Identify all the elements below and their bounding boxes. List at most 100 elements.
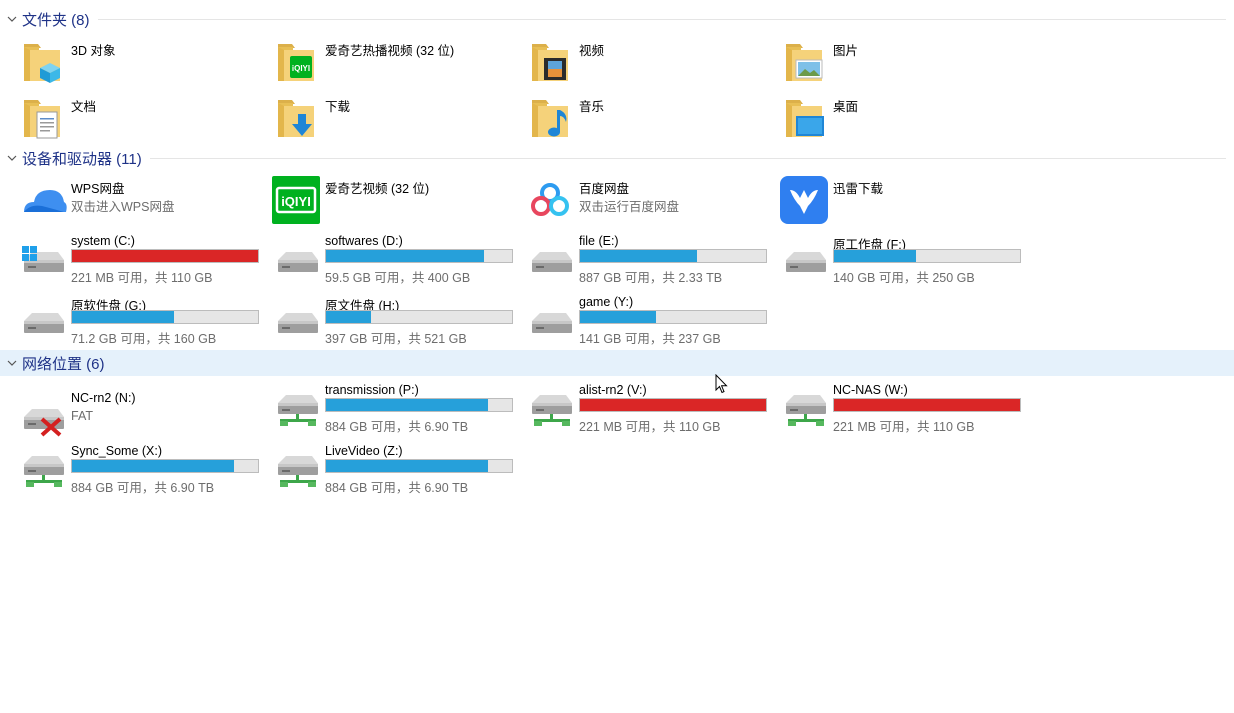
drive-usage-bar	[71, 459, 259, 473]
drive-item-d[interactable]: softwares (D:) 59.5 GB 可用，共 400 GB	[274, 232, 514, 288]
drive-space-text: 887 GB 可用，共 2.33 TB	[579, 271, 723, 285]
folder-item-pictures[interactable]: 图片	[782, 38, 1022, 94]
drive-space-text: 884 GB 可用，共 6.90 TB	[325, 420, 469, 434]
app-item-iqiyi[interactable]: iQIYI 爱奇艺视频 (32 位)	[272, 176, 512, 232]
drive-usage-bar	[71, 249, 259, 263]
network-item-x[interactable]: Sync_Some (X:) 884 GB 可用，共 6.90 TB	[20, 442, 260, 498]
drive-icon	[20, 293, 68, 341]
network-drive-disconnected-icon	[20, 389, 68, 437]
chevron-down-icon[interactable]	[7, 14, 17, 24]
folder-item-documents[interactable]: 文档	[20, 94, 260, 150]
network-drive-icon	[20, 442, 68, 490]
drive-name: system (C:)	[71, 234, 135, 248]
drive-usage-fill	[72, 311, 175, 323]
drive-usage-fill	[326, 460, 488, 472]
network-drive-icon	[782, 381, 830, 429]
app-item-baidu-netdisk[interactable]: 百度网盘 双击运行百度网盘	[526, 176, 766, 232]
folder-name: 文档	[71, 100, 97, 114]
chevron-down-icon[interactable]	[7, 153, 17, 163]
group-divider	[149, 157, 1226, 159]
drive-usage-fill	[580, 399, 766, 411]
folder-item-iqiyi[interactable]: iQIYI 爱奇艺热播视频 (32 位)	[274, 38, 514, 94]
app-name: 迅雷下载	[833, 182, 884, 196]
network-item-w[interactable]: NC-NAS (W:) 221 MB 可用，共 110 GB	[782, 381, 1022, 437]
folder-name: 视频	[579, 44, 605, 58]
network-drive-name: alist-rn2 (V:)	[579, 383, 647, 397]
iqiyi-icon: iQIYI	[272, 176, 320, 224]
network-item-z[interactable]: LiveVideo (Z:) 884 GB 可用，共 6.90 TB	[274, 442, 514, 498]
drive-usage-fill	[326, 250, 485, 262]
drive-usage-bar	[833, 398, 1021, 412]
drive-usage-fill	[580, 311, 657, 323]
drive-item-y[interactable]: game (Y:) 141 GB 可用，共 237 GB	[528, 293, 768, 349]
desktop-folder-icon	[782, 94, 824, 142]
group-header-folders[interactable]: 文件夹 (8)	[0, 6, 1234, 32]
drive-item-e[interactable]: file (E:) 887 GB 可用，共 2.33 TB	[528, 232, 768, 288]
app-item-wps-cloud[interactable]: WPS网盘 双击进入WPS网盘	[20, 176, 260, 232]
drive-usage-fill	[834, 399, 1020, 411]
svg-text:iQIYI: iQIYI	[292, 64, 310, 73]
group-header-network[interactable]: 网络位置 (6)	[0, 350, 1234, 376]
drive-usage-bar	[71, 310, 259, 324]
group-header-devices[interactable]: 设备和驱动器 (11)	[0, 145, 1234, 171]
drive-usage-bar	[325, 459, 513, 473]
folder-item-3d-objects[interactable]: 3D 对象	[20, 38, 260, 94]
network-item-p[interactable]: transmission (P:) 884 GB 可用，共 6.90 TB	[274, 381, 514, 437]
group-title: 网络位置 (6)	[22, 355, 105, 373]
folder-item-desktop[interactable]: 桌面	[782, 94, 1022, 150]
app-description: 双击进入WPS网盘	[71, 200, 175, 214]
network-item-v[interactable]: alist-rn2 (V:) 221 MB 可用，共 110 GB	[528, 381, 768, 437]
drive-item-h[interactable]: 原文件盘 (H:) 397 GB 可用，共 521 GB	[274, 293, 514, 349]
drive-usage-bar	[579, 310, 767, 324]
network-item-n[interactable]: NC-rn2 (N:) FAT	[20, 389, 260, 445]
app-name: 百度网盘	[579, 182, 630, 196]
drive-space-text: 884 GB 可用，共 6.90 TB	[71, 481, 215, 495]
wps-cloud-icon	[24, 190, 67, 212]
folder-name: 下载	[325, 100, 351, 114]
drive-name: file (E:)	[579, 234, 619, 248]
chevron-down-icon[interactable]	[7, 358, 17, 368]
network-drive-name: LiveVideo (Z:)	[325, 444, 403, 458]
music-folder-icon	[528, 94, 576, 142]
drive-item-g[interactable]: 原软件盘 (G:) 71.2 GB 可用，共 160 GB	[20, 293, 260, 349]
baidu-netdisk-icon	[526, 176, 574, 224]
videos-folder-icon	[528, 38, 576, 86]
drive-usage-fill	[580, 250, 698, 262]
folder-item-music[interactable]: 音乐	[528, 94, 768, 150]
drive-usage-bar	[325, 249, 513, 263]
svg-text:iQIYI: iQIYI	[281, 194, 311, 209]
drive-item-c[interactable]: system (C:) 221 MB 可用，共 110 GB	[20, 232, 260, 288]
drive-space-text: 141 GB 可用，共 237 GB	[579, 332, 721, 346]
drive-space-text: 71.2 GB 可用，共 160 GB	[71, 332, 217, 346]
drive-usage-fill	[326, 311, 371, 323]
network-drive-icon	[528, 381, 576, 429]
folder-name: 音乐	[579, 100, 605, 114]
iqiyi-folder-icon: iQIYI	[274, 38, 322, 86]
network-drive-filesystem: FAT	[71, 409, 93, 423]
drive-space-text: 221 MB 可用，共 110 GB	[579, 420, 721, 434]
drive-usage-fill	[326, 399, 488, 411]
group-divider	[113, 363, 1226, 364]
app-description: 双击运行百度网盘	[579, 200, 680, 214]
drive-usage-bar	[325, 310, 513, 324]
folder-name: 3D 对象	[71, 44, 116, 58]
drive-item-f[interactable]: 原工作盘 (F:) 140 GB 可用，共 250 GB	[782, 232, 1022, 288]
windows-drive-icon	[22, 246, 68, 280]
network-drive-icon	[274, 442, 322, 490]
folder-name: 爱奇艺热播视频 (32 位)	[325, 44, 455, 58]
drive-usage-fill	[72, 460, 234, 472]
downloads-folder-icon	[274, 94, 322, 142]
drive-icon	[528, 232, 576, 280]
app-item-xunlei[interactable]: 迅雷下载	[780, 176, 1020, 232]
drive-space-text: 140 GB 可用，共 250 GB	[833, 271, 975, 285]
folder-item-downloads[interactable]: 下载	[274, 94, 514, 150]
group-title: 文件夹 (8)	[22, 11, 90, 29]
drive-icon	[528, 293, 576, 341]
app-name: 爱奇艺视频 (32 位)	[325, 182, 430, 196]
network-drive-name: NC-NAS (W:)	[833, 383, 908, 397]
drive-space-text: 884 GB 可用，共 6.90 TB	[325, 481, 469, 495]
drive-usage-fill	[834, 250, 916, 262]
group-title: 设备和驱动器 (11)	[22, 150, 142, 168]
folder-name: 图片	[833, 44, 859, 58]
folder-item-videos[interactable]: 视频	[528, 38, 768, 94]
